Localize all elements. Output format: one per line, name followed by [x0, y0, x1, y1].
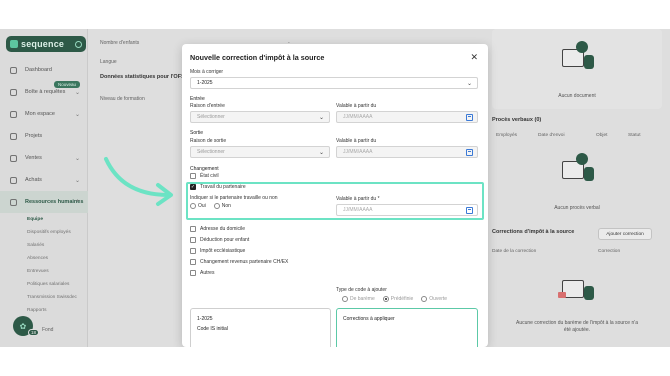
valable-entree-date[interactable]: JJ/MM/AAAA — [336, 111, 478, 123]
radio-predefinie[interactable]: Prédéfinie — [382, 296, 414, 302]
raison-entree-select[interactable]: Sélectionner ⌄ — [190, 111, 330, 123]
adresse-label: Adresse du domicile — [200, 226, 246, 232]
calendar-icon[interactable] — [466, 114, 473, 121]
calendar-icon[interactable] — [466, 149, 473, 156]
raison-entree-placeholder: Sélectionner — [197, 114, 225, 120]
mois-select[interactable]: 1-2025 ⌄ — [190, 77, 478, 89]
chevron-down-icon: ⌄ — [318, 150, 324, 156]
code-is-initial-label: Code IS initial — [197, 326, 228, 332]
raison-entree-label: Raison d'entrée — [190, 103, 225, 109]
raison-sortie-label: Raison de sortie — [190, 138, 227, 144]
chevron-down-icon: ⌄ — [466, 81, 472, 87]
modal-title: Nouvelle correction d'impôt à la source — [190, 53, 325, 62]
date-placeholder: JJ/MM/AAAA — [343, 114, 373, 120]
annotation-arrow-icon — [104, 157, 173, 206]
etat-civil-label: État civil — [200, 173, 219, 179]
impot-eccl-label: Impôt ecclésiastique — [200, 248, 246, 254]
checkbox-box[interactable] — [190, 226, 196, 232]
changement-revenu-label: Changement revenus partenaire CH/EX — [200, 259, 289, 265]
deduction-label: Déduction pour enfant — [200, 237, 250, 243]
valable-entree-label: Valable à partir du — [336, 103, 377, 109]
sortie-section-label: Sortie — [190, 130, 204, 136]
box-month: 1-2025 — [197, 316, 213, 322]
checkbox-box[interactable] — [190, 270, 196, 276]
checkbox-box[interactable] — [190, 259, 196, 265]
checkbox-box[interactable] — [190, 248, 196, 254]
radio-circle[interactable] — [342, 296, 348, 302]
autres-checkbox[interactable]: Autres — [190, 270, 214, 276]
raison-sortie-select[interactable]: Sélectionner ⌄ — [190, 146, 330, 158]
highlight-box — [186, 182, 484, 220]
checkbox-box[interactable] — [190, 173, 196, 179]
valable-sortie-date[interactable]: JJ/MM/AAAA — [336, 146, 478, 158]
changement-revenu-checkbox[interactable]: Changement revenus partenaire CH/EX — [190, 259, 288, 265]
autres-label: Autres — [200, 270, 215, 276]
type-code-label: Type de code à ajouter — [336, 287, 387, 293]
close-icon[interactable]: ✕ — [470, 52, 478, 63]
chevron-down-icon: ⌄ — [318, 115, 324, 121]
mois-value: 1-2025 — [197, 80, 213, 86]
corrections-appliquer-label: Corrections à appliquer — [343, 316, 395, 322]
radio-circle[interactable] — [382, 296, 389, 302]
raison-sortie-placeholder: Sélectionner — [197, 149, 225, 155]
impot-eccl-checkbox[interactable]: Impôt ecclésiastique — [190, 248, 245, 254]
checkbox-box[interactable] — [190, 237, 196, 243]
adresse-checkbox[interactable]: Adresse du domicile — [190, 226, 245, 232]
type-code-radio-group: De barème Prédéfinie Ouverte — [342, 296, 455, 302]
etat-civil-checkbox[interactable]: État civil — [190, 173, 219, 179]
entree-section-label: Entrée — [190, 96, 205, 102]
radio-bareme[interactable]: De barème — [342, 296, 375, 302]
radio-bareme-label: De barème — [350, 296, 375, 302]
corrections-box: Corrections à appliquer — [336, 308, 478, 347]
radio-ouverte[interactable]: Ouverte — [421, 296, 447, 302]
mois-label: Mois à corriger — [190, 69, 224, 75]
app-frame: sequence Dashboard Boîte à requêtes ⌄ Nouv… — [0, 29, 670, 347]
code-initial-box: 1-2025 Code IS initial — [190, 308, 331, 347]
date-placeholder: JJ/MM/AAAA — [343, 149, 373, 155]
deduction-checkbox[interactable]: Déduction pour enfant — [190, 237, 249, 243]
radio-ouverte-label: Ouverte — [429, 296, 448, 302]
valable-sortie-label: Valable à partir du — [336, 138, 377, 144]
changement-section-label: Changement — [190, 166, 219, 172]
radio-circle[interactable] — [421, 296, 428, 302]
radio-predefinie-label: Prédéfinie — [390, 296, 414, 302]
